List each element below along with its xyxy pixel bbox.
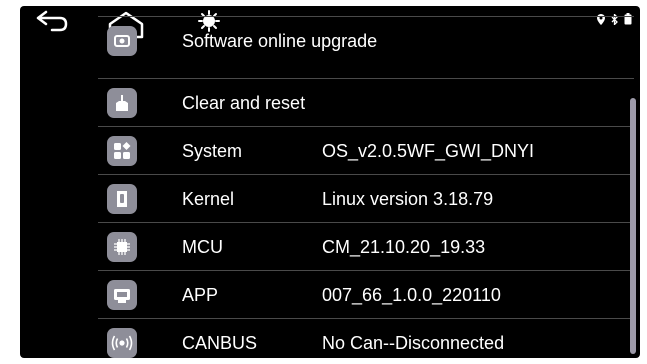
list-item-value: OS_v2.0.5WF_GWI_DNYI xyxy=(322,140,535,161)
list-item-system[interactable]: System OS_v2.0.5WF_GWI_DNYI xyxy=(98,126,634,175)
list-item-software-upgrade[interactable]: Software online upgrade xyxy=(98,16,634,65)
canbus-icon xyxy=(107,328,137,358)
app-icon xyxy=(107,280,137,310)
list-item-clear-reset[interactable]: Clear and reset xyxy=(98,78,634,127)
software-upgrade-icon xyxy=(107,26,137,56)
settings-screen: Software online upgrade Clear and reset xyxy=(20,6,640,358)
list-item-kernel[interactable]: Kernel Linux version 3.18.79 xyxy=(98,174,634,223)
list-item-label: Clear and reset xyxy=(182,92,306,113)
kernel-icon xyxy=(107,184,137,214)
list-item-app[interactable]: APP 007_66_1.0.0_220110 xyxy=(98,270,634,319)
back-icon[interactable] xyxy=(32,10,72,40)
list-item-label: Software online upgrade xyxy=(182,30,378,51)
list-item-label: System xyxy=(182,140,243,161)
list-item-label: Kernel xyxy=(182,188,235,209)
clear-reset-icon xyxy=(107,88,137,118)
list-item-label: MCU xyxy=(182,236,223,257)
list-item-canbus[interactable]: CANBUS No Can--Disconnected xyxy=(98,318,634,358)
list-item-value: CM_21.10.20_19.33 xyxy=(322,236,486,257)
list-item-value: 007_66_1.0.0_220110 xyxy=(322,284,501,305)
list-item-mcu[interactable]: MCU CM_21.10.20_19.33 xyxy=(98,222,634,271)
scrollbar[interactable] xyxy=(630,98,636,354)
list-item-value: No Can--Disconnected xyxy=(322,332,505,353)
mcu-icon xyxy=(107,232,137,262)
system-icon xyxy=(107,136,137,166)
list-item-label: APP xyxy=(182,284,219,305)
list-item-value: Linux version 3.18.79 xyxy=(322,188,494,209)
list-item-label: CANBUS xyxy=(182,332,258,353)
